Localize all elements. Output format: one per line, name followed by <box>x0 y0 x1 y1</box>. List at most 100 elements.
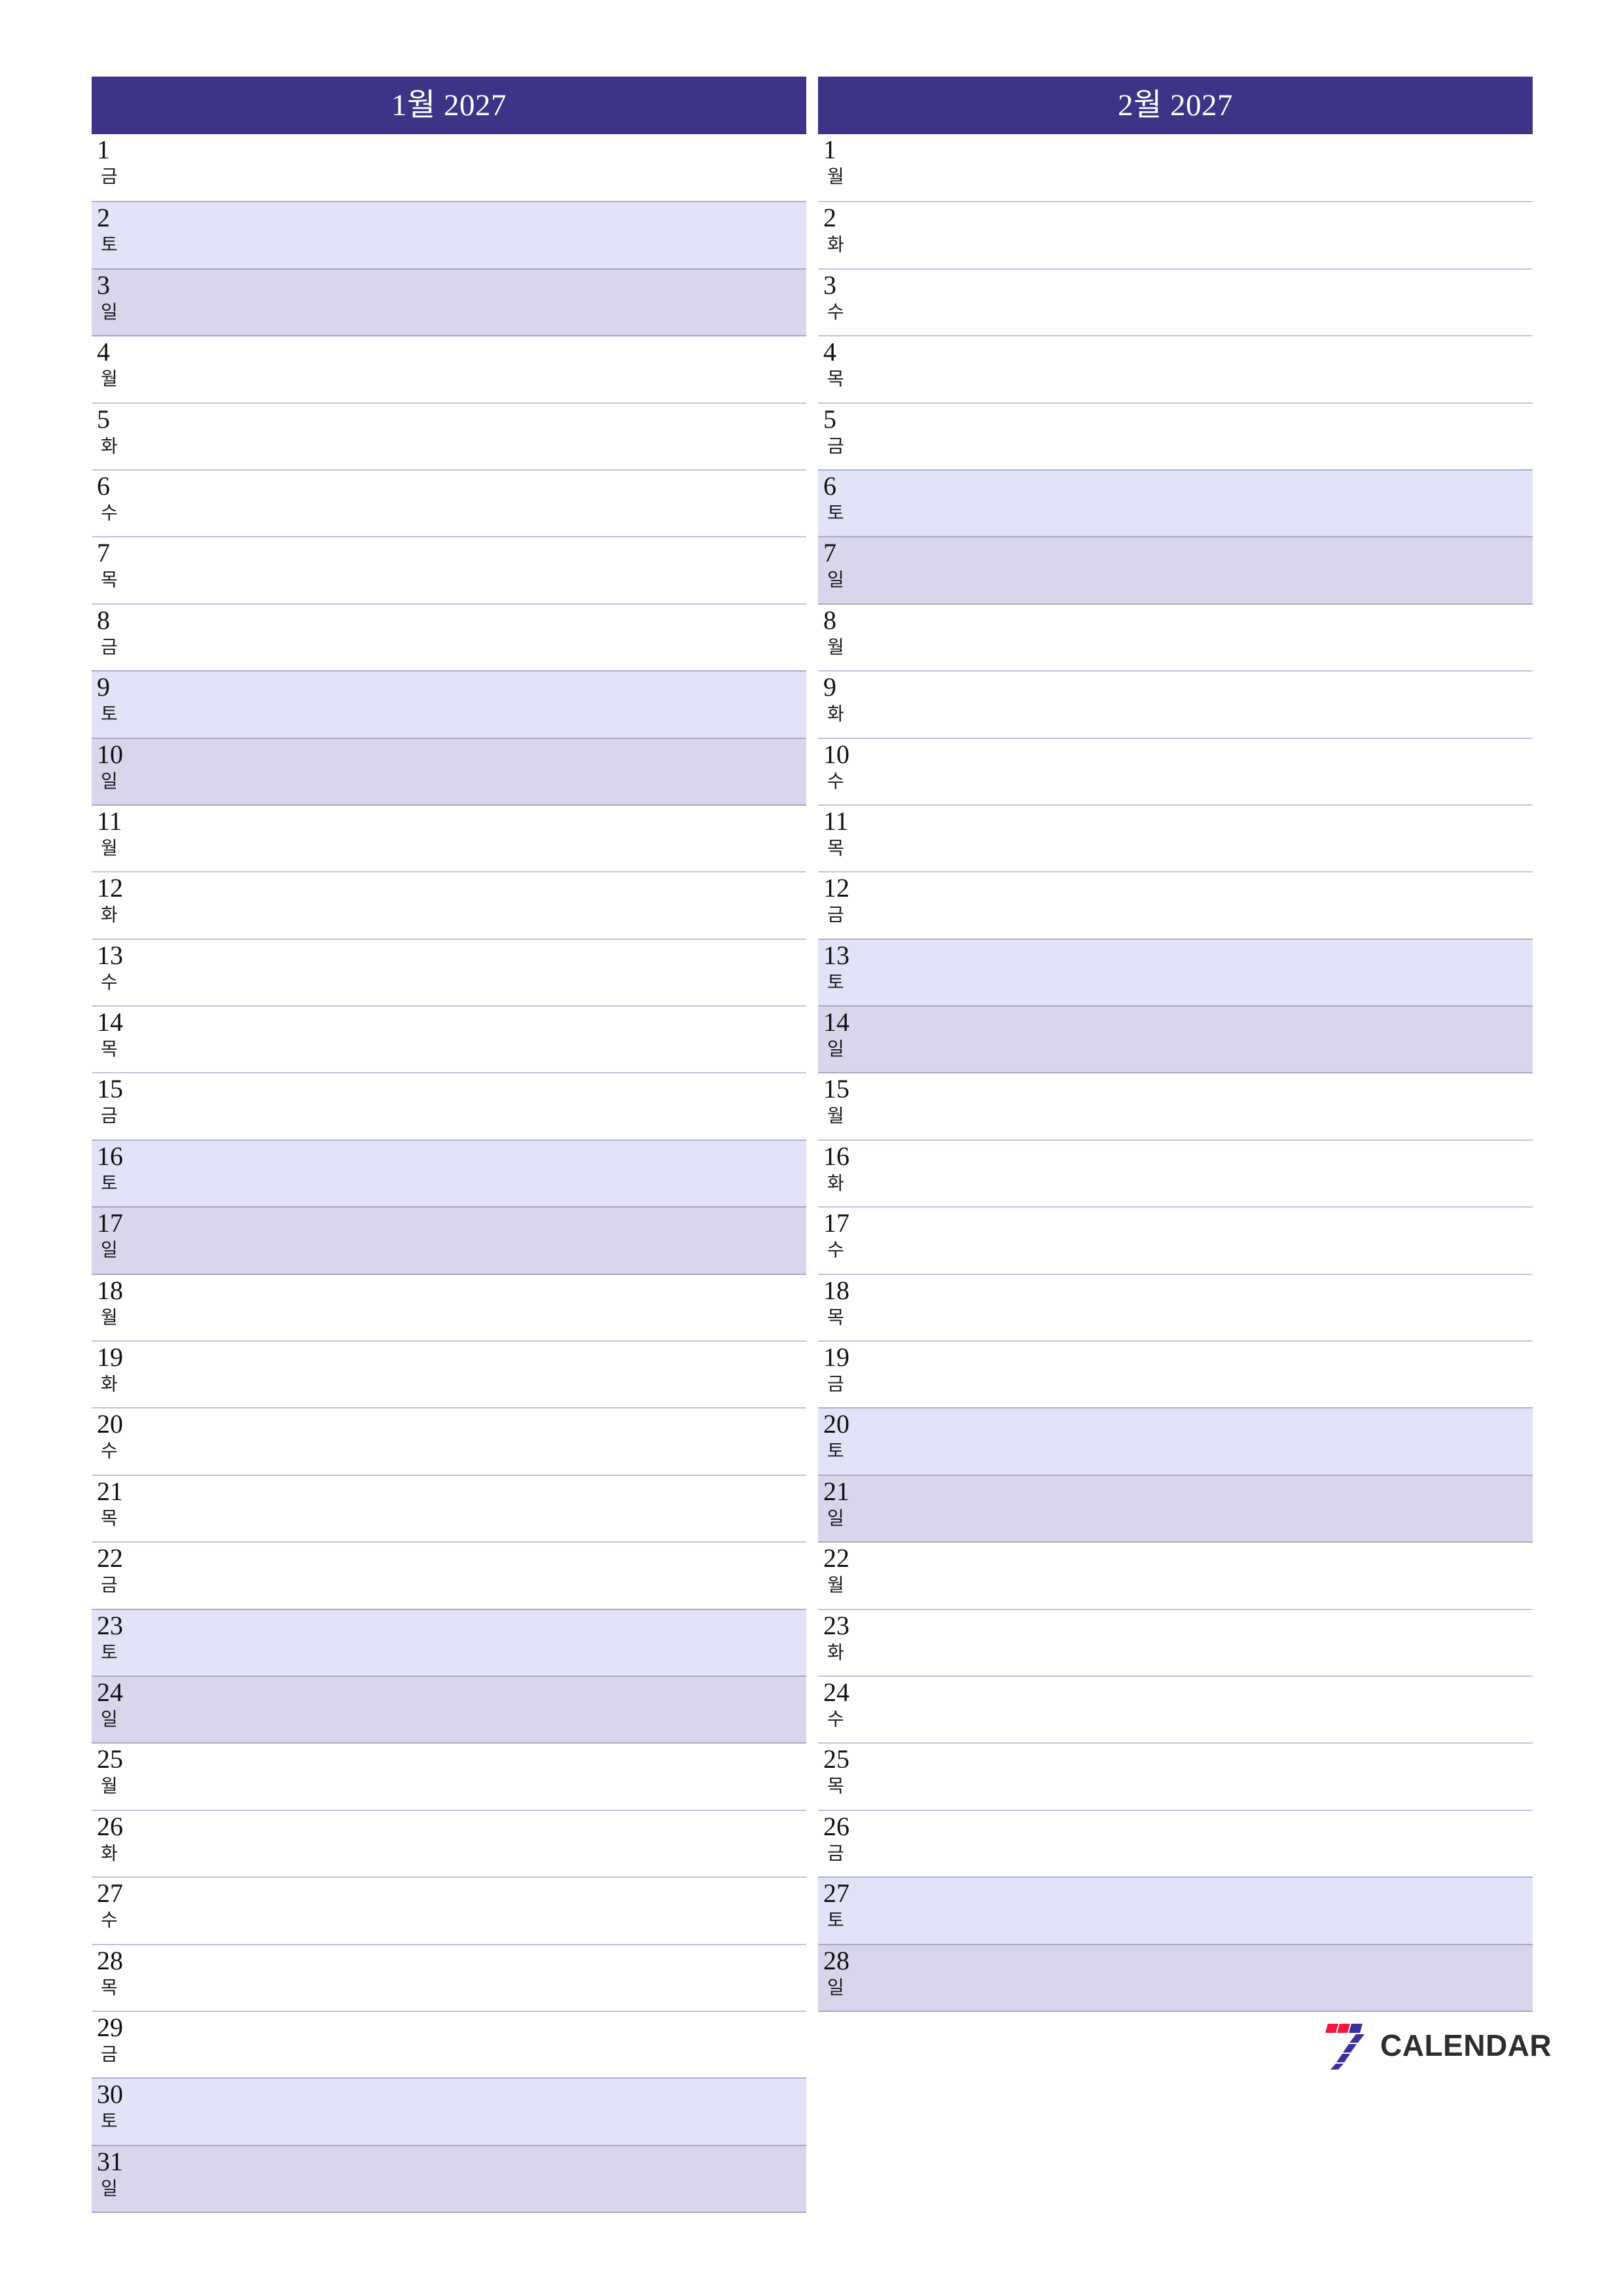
day-row[interactable]: 11 월 <box>92 804 806 872</box>
day-note-area[interactable] <box>132 672 806 737</box>
day-row[interactable]: 24 일 <box>92 1675 806 1743</box>
day-note-area[interactable] <box>132 1744 806 1809</box>
day-note-area[interactable] <box>859 1275 1533 1340</box>
day-row[interactable]: 13 수 <box>92 938 806 1006</box>
day-note-area[interactable] <box>859 1342 1533 1407</box>
day-row[interactable]: 17 수 <box>818 1206 1533 1274</box>
day-row[interactable]: 21 일 <box>818 1474 1533 1542</box>
day-note-area[interactable] <box>859 872 1533 938</box>
day-note-area[interactable] <box>859 1543 1533 1608</box>
day-note-area[interactable] <box>132 537 806 603</box>
day-row[interactable]: 14 일 <box>818 1005 1533 1073</box>
day-note-area[interactable] <box>132 1476 806 1541</box>
day-row[interactable]: 21 목 <box>92 1474 806 1542</box>
day-note-area[interactable] <box>132 2012 806 2077</box>
day-row[interactable]: 4월 <box>92 335 806 403</box>
day-row[interactable]: 12 금 <box>818 871 1533 939</box>
day-row[interactable]: 23 화 <box>818 1608 1533 1676</box>
day-note-area[interactable] <box>859 739 1533 804</box>
day-note-area[interactable] <box>859 404 1533 469</box>
day-note-area[interactable] <box>859 1073 1533 1139</box>
day-note-area[interactable] <box>859 270 1533 335</box>
day-note-area[interactable] <box>859 1677 1533 1742</box>
day-note-area[interactable] <box>132 1811 806 1876</box>
day-row[interactable]: 17 일 <box>92 1206 806 1274</box>
day-note-area[interactable] <box>132 1073 806 1139</box>
day-note-area[interactable] <box>859 1476 1533 1541</box>
day-row[interactable]: 12 화 <box>92 871 806 939</box>
day-row[interactable]: 7목 <box>92 536 806 603</box>
day-row[interactable]: 15 금 <box>92 1072 806 1139</box>
day-row[interactable]: 3일 <box>92 268 806 336</box>
day-row[interactable]: 20 토 <box>818 1407 1533 1475</box>
day-row[interactable]: 6토 <box>818 469 1533 537</box>
day-row[interactable]: 5금 <box>818 402 1533 469</box>
day-note-area[interactable] <box>132 1408 806 1474</box>
day-note-area[interactable] <box>132 336 806 402</box>
day-note-area[interactable] <box>132 2146 806 2212</box>
day-row[interactable]: 7일 <box>818 536 1533 603</box>
day-row[interactable]: 9화 <box>818 670 1533 738</box>
day-note-area[interactable] <box>859 806 1533 871</box>
day-row[interactable]: 24 수 <box>818 1675 1533 1743</box>
day-row[interactable]: 10 일 <box>92 737 806 804</box>
day-note-area[interactable] <box>132 1208 806 1273</box>
day-note-area[interactable] <box>859 134 1533 201</box>
day-row[interactable]: 30 토 <box>92 2077 806 2145</box>
day-row[interactable]: 26 금 <box>818 1809 1533 1877</box>
day-row[interactable]: 25 월 <box>92 1742 806 1810</box>
day-note-area[interactable] <box>132 940 806 1005</box>
day-row[interactable]: 2토 <box>92 201 806 268</box>
day-note-area[interactable] <box>132 270 806 335</box>
day-row[interactable]: 16 화 <box>818 1139 1533 1207</box>
day-note-area[interactable] <box>859 202 1533 268</box>
day-note-area[interactable] <box>132 1878 806 1943</box>
day-note-area[interactable] <box>859 1878 1533 1943</box>
day-row[interactable]: 23 토 <box>92 1608 806 1676</box>
day-row[interactable]: 27 수 <box>92 1876 806 1944</box>
day-row[interactable]: 5화 <box>92 402 806 469</box>
day-row[interactable]: 28 일 <box>818 1943 1533 2011</box>
day-row[interactable]: 28 목 <box>92 1943 806 2011</box>
day-row[interactable]: 19 금 <box>818 1340 1533 1408</box>
day-note-area[interactable] <box>859 1208 1533 1273</box>
day-row[interactable]: 15 월 <box>818 1072 1533 1139</box>
day-note-area[interactable] <box>132 1275 806 1340</box>
day-note-area[interactable] <box>859 537 1533 603</box>
day-row[interactable]: 8월 <box>818 603 1533 671</box>
day-row[interactable]: 11 목 <box>818 804 1533 872</box>
day-row[interactable]: 26 화 <box>92 1809 806 1877</box>
day-note-area[interactable] <box>859 1408 1533 1474</box>
day-note-area[interactable] <box>859 672 1533 737</box>
day-note-area[interactable] <box>859 1744 1533 1809</box>
day-note-area[interactable] <box>132 1610 806 1676</box>
day-row[interactable]: 3수 <box>818 268 1533 336</box>
day-row[interactable]: 19 화 <box>92 1340 806 1408</box>
day-note-area[interactable] <box>859 1811 1533 1876</box>
day-note-area[interactable] <box>132 605 806 670</box>
day-row[interactable]: 4목 <box>818 335 1533 403</box>
day-note-area[interactable] <box>859 1007 1533 1072</box>
day-note-area[interactable] <box>132 1945 806 2011</box>
day-row[interactable]: 18 목 <box>818 1273 1533 1341</box>
day-note-area[interactable] <box>132 1543 806 1608</box>
day-note-area[interactable] <box>132 739 806 804</box>
day-note-area[interactable] <box>859 605 1533 670</box>
day-note-area[interactable] <box>859 940 1533 1005</box>
day-note-area[interactable] <box>132 1007 806 1072</box>
day-row[interactable]: 18 월 <box>92 1273 806 1341</box>
day-note-area[interactable] <box>132 404 806 469</box>
day-note-area[interactable] <box>132 134 806 201</box>
day-note-area[interactable] <box>132 471 806 536</box>
day-note-area[interactable] <box>859 1141 1533 1206</box>
day-row[interactable]: 6수 <box>92 469 806 537</box>
day-row[interactable]: 20 수 <box>92 1407 806 1475</box>
day-row[interactable]: 16 토 <box>92 1139 806 1207</box>
day-row[interactable]: 13 토 <box>818 938 1533 1006</box>
day-note-area[interactable] <box>132 2079 806 2144</box>
day-note-area[interactable] <box>859 336 1533 402</box>
day-note-area[interactable] <box>132 1342 806 1407</box>
day-row[interactable]: 22 금 <box>92 1541 806 1609</box>
day-row[interactable]: 31 일 <box>92 2144 806 2212</box>
day-row[interactable]: 27 토 <box>818 1876 1533 1944</box>
